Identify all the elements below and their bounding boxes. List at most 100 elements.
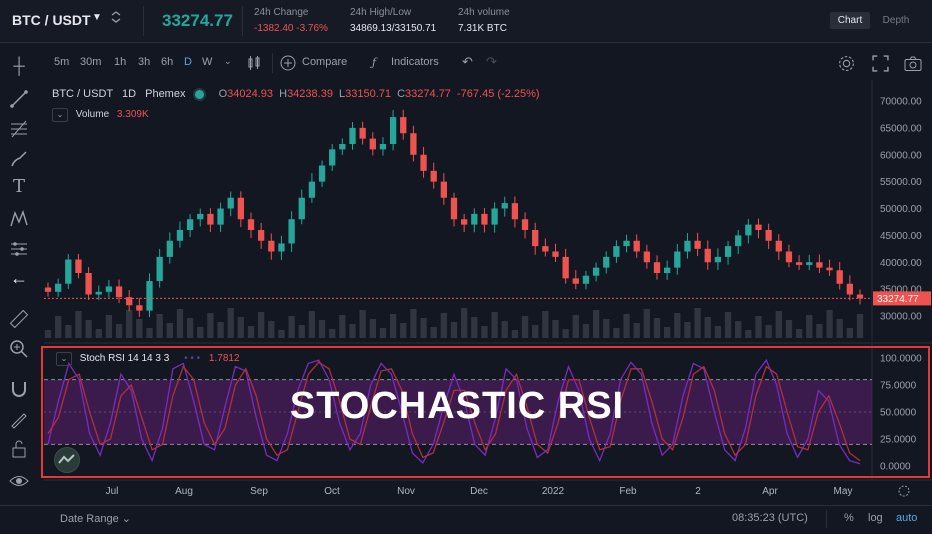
high-label: H <box>279 88 288 100</box>
candle-body <box>552 251 559 257</box>
volume-bar <box>511 330 519 338</box>
candle-body <box>227 197 234 209</box>
candle-body <box>724 246 732 257</box>
candle-body <box>379 144 387 150</box>
volume-bar <box>75 311 82 338</box>
date-range-button[interactable]: Date Range ⌄ <box>60 512 131 525</box>
auto-toggle[interactable]: auto <box>896 512 917 524</box>
volume-bar <box>247 326 255 338</box>
candle-body <box>329 149 336 166</box>
candle-body <box>826 267 833 271</box>
time-axis-tick: Dec <box>470 486 488 497</box>
volume-bar <box>633 323 640 338</box>
volume-bar <box>308 311 316 338</box>
volume-bar <box>724 312 732 338</box>
chevron-down-icon: ⌄ <box>121 513 131 525</box>
volume-bar <box>298 325 305 338</box>
axis-settings-icon <box>898 485 910 497</box>
candle-body <box>318 165 326 182</box>
candle-body <box>65 259 72 284</box>
candle-body <box>532 230 539 247</box>
time-axis-tick: 2022 <box>542 486 565 497</box>
candle-body <box>755 224 762 230</box>
volume-bar <box>562 329 569 338</box>
volume-bar <box>542 311 549 338</box>
candle-body <box>603 256 610 268</box>
legend-title: BTC / USDT <box>52 88 113 100</box>
time-axis-tick: Nov <box>397 486 415 497</box>
candle-body <box>430 170 437 182</box>
percent-toggle[interactable]: % <box>844 512 854 524</box>
chevron-down-icon[interactable]: ⌄ <box>52 108 68 122</box>
volume-bar <box>339 315 346 338</box>
date-range-label: Date Range <box>60 513 119 525</box>
volume-bar <box>258 312 265 338</box>
rsi-axis-tick: 0.0000 <box>880 462 911 473</box>
candle-body <box>308 181 316 198</box>
candle-body <box>765 230 772 241</box>
volume-bar <box>816 324 823 338</box>
price-axis-tick: 65000.00 <box>880 123 922 134</box>
price-axis-tick: 40000.00 <box>880 258 922 269</box>
volume-bar <box>115 324 123 338</box>
volume-bar <box>136 319 143 338</box>
candle-body <box>592 267 600 276</box>
time-axis-tick: Jul <box>106 486 119 497</box>
price-axis-tick: 70000.00 <box>880 97 922 108</box>
volume-bar <box>613 328 620 338</box>
candle-body <box>816 262 823 268</box>
volume-bar <box>532 325 539 338</box>
volume-bar <box>278 330 285 338</box>
volume-bar <box>44 330 52 338</box>
time-axis-tick: May <box>834 486 853 497</box>
candle-body <box>664 267 671 273</box>
candle-body <box>623 240 630 247</box>
candle-body <box>146 281 153 311</box>
volume-bar <box>501 321 508 338</box>
volume-bar <box>410 309 417 338</box>
candle-body <box>166 240 173 257</box>
volume-bar <box>481 326 488 338</box>
candle-body <box>481 213 488 225</box>
log-toggle[interactable]: log <box>868 512 883 524</box>
candle-body <box>836 270 843 284</box>
volume-bar <box>288 316 295 338</box>
rsi-legend: ⌄ Stoch RSI 14 14 3 3 • • • 1.7812 <box>56 352 240 366</box>
tradingview-logo[interactable] <box>54 447 80 473</box>
chart-canvas[interactable]: 70000.00 65000.00 60000.00 55000.00 50000.00… <box>0 0 932 533</box>
volume-bar <box>846 328 853 338</box>
volume-bar <box>126 310 133 338</box>
volume-legend-label: Volume <box>75 109 110 120</box>
volume-bar <box>400 323 407 338</box>
time-axis-tick: Sep <box>250 486 268 497</box>
candle-body <box>258 230 265 241</box>
candle-body <box>613 246 620 257</box>
volume-bar <box>85 320 92 338</box>
candle-body <box>176 230 184 241</box>
volume-bar <box>450 322 458 338</box>
candle-body <box>349 127 356 144</box>
candle-body <box>268 240 275 252</box>
time-axis-tick: Aug <box>175 486 193 497</box>
volume-bar <box>318 320 326 338</box>
candle-body <box>339 144 346 150</box>
volume-bar <box>785 320 793 338</box>
candle-body <box>440 181 447 198</box>
volume-bar <box>237 317 244 338</box>
candle-body <box>217 208 224 225</box>
volume-bar <box>420 318 427 338</box>
candle-body <box>186 219 194 230</box>
price-legend: BTC / USDT 1D Phemex O34024.93 H34238.39… <box>52 88 540 100</box>
volume-bar <box>207 313 214 338</box>
candle-body <box>582 275 590 284</box>
candle-body <box>450 197 458 220</box>
candle-body <box>156 256 163 282</box>
legend-change: -767.45 (-2.25%) <box>457 88 540 100</box>
volume-bar <box>836 319 843 338</box>
volume-bar <box>227 308 234 338</box>
chevron-down-icon[interactable]: ⌄ <box>56 352 72 366</box>
candle-body <box>115 286 123 298</box>
legend-interval: 1D <box>121 88 137 100</box>
last-price-tag-text: 33274.77 <box>877 294 919 305</box>
candle-body <box>633 240 640 252</box>
